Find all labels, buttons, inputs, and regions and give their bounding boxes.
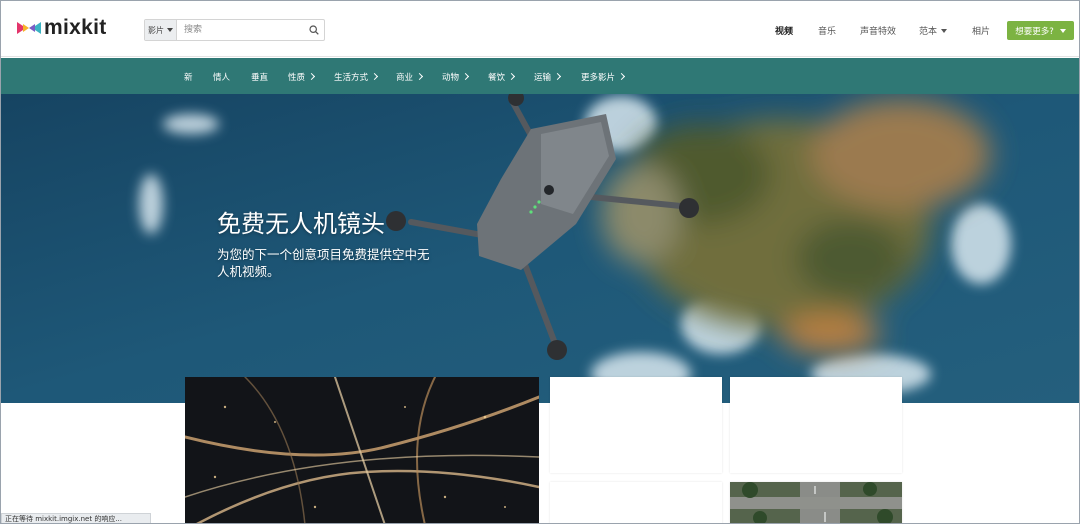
category-nature-label: 性质 bbox=[288, 73, 306, 83]
category-food-label: 餐饮 bbox=[488, 73, 506, 83]
video-card-featured[interactable] bbox=[185, 377, 539, 523]
category-more-label: 更多影片 bbox=[581, 73, 616, 83]
category-transport-label: 运输 bbox=[534, 73, 552, 83]
category-lifestyle[interactable]: 生活方式 bbox=[334, 71, 379, 83]
want-more-label: 想要更多? bbox=[1015, 26, 1054, 37]
site-header: mixkit 影片 视频 音乐 声音特效 范本 相片 想要更多? bbox=[1, 1, 1079, 57]
road-aerial-thumbnail bbox=[730, 482, 902, 523]
hero-subtitle: 为您的下一个创意项目免费提供空中无人机视频。 bbox=[217, 247, 430, 279]
chevron-right-icon bbox=[617, 72, 626, 81]
nav-sound-effects[interactable]: 声音特效 bbox=[860, 24, 896, 37]
chevron-down-icon bbox=[166, 28, 173, 32]
hero-banner: 免费无人机镜头 为您的下一个创意项目免费提供空中无人机视频。 bbox=[1, 94, 1079, 403]
chevron-right-icon bbox=[553, 72, 562, 81]
nav-videos[interactable]: 视频 bbox=[775, 24, 793, 37]
chevron-right-icon bbox=[370, 72, 379, 81]
category-food[interactable]: 餐饮 bbox=[488, 71, 516, 83]
chevron-right-icon bbox=[507, 72, 516, 81]
city-night-aerial-thumbnail bbox=[185, 377, 539, 523]
nav-templates[interactable]: 范本 bbox=[919, 24, 948, 37]
video-card[interactable] bbox=[550, 482, 722, 523]
mixkit-logo-icon bbox=[17, 22, 41, 34]
category-transport[interactable]: 运输 bbox=[534, 71, 562, 83]
chevron-right-icon bbox=[461, 72, 470, 81]
chevron-down-icon bbox=[941, 29, 948, 33]
category-vertical[interactable]: 垂直 bbox=[251, 71, 268, 83]
video-card[interactable] bbox=[550, 377, 722, 473]
nav-music[interactable]: 音乐 bbox=[818, 24, 836, 37]
video-card[interactable] bbox=[730, 377, 902, 473]
nav-photos[interactable]: 相片 bbox=[972, 24, 990, 37]
category-new[interactable]: 新 bbox=[184, 71, 193, 83]
category-lifestyle-label: 生活方式 bbox=[334, 73, 369, 83]
category-animals[interactable]: 动物 bbox=[442, 71, 470, 83]
hero-background-image bbox=[1, 94, 1079, 403]
want-more-button[interactable]: 想要更多? bbox=[1007, 21, 1074, 40]
category-nature[interactable]: 性质 bbox=[288, 71, 316, 83]
search-button[interactable] bbox=[304, 20, 324, 40]
search-icon bbox=[309, 25, 319, 35]
category-business-label: 商业 bbox=[396, 73, 414, 83]
category-nav: 新 情人 垂直 性质 生活方式 商业 动物 餐饮 运输 更多影片 bbox=[1, 58, 1079, 94]
category-business[interactable]: 商业 bbox=[396, 71, 424, 83]
logo-text: mixkit bbox=[44, 16, 107, 39]
category-romance[interactable]: 情人 bbox=[213, 71, 230, 83]
chevron-right-icon bbox=[415, 72, 424, 81]
search-bar: 影片 bbox=[144, 19, 325, 41]
browser-status-bar: 正在等待 mixkit.imgix.net 的响应... bbox=[1, 513, 151, 523]
category-animals-label: 动物 bbox=[442, 73, 460, 83]
browser-viewport: mixkit 影片 视频 音乐 声音特效 范本 相片 想要更多? bbox=[0, 0, 1080, 524]
hero-title: 免费无人机镜头 bbox=[217, 210, 385, 238]
video-card[interactable] bbox=[730, 482, 902, 523]
nav-templates-label: 范本 bbox=[919, 27, 938, 37]
search-input[interactable] bbox=[176, 20, 304, 40]
logo[interactable]: mixkit bbox=[17, 17, 107, 39]
search-type-select[interactable]: 影片 bbox=[145, 20, 177, 40]
category-more-videos[interactable]: 更多影片 bbox=[581, 71, 626, 83]
chevron-down-icon bbox=[1059, 28, 1066, 33]
chevron-right-icon bbox=[307, 72, 316, 81]
search-type-label: 影片 bbox=[147, 25, 164, 35]
